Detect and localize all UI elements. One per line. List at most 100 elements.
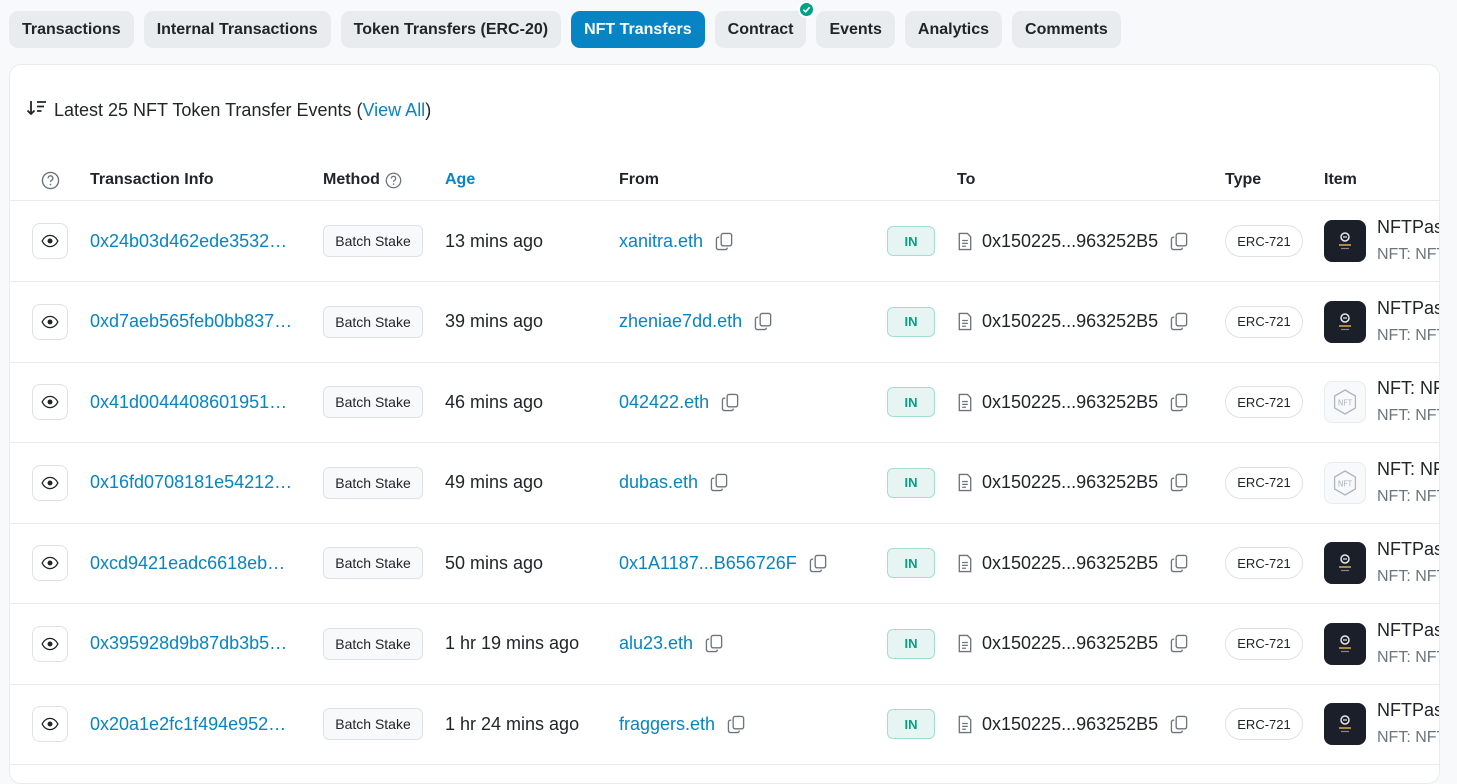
method-badge: Batch Stake xyxy=(323,627,423,660)
tab-token-transfers[interactable]: Token Transfers (ERC-20) xyxy=(340,11,562,48)
nft-collection-name[interactable]: NFT: NFTPass xyxy=(1377,566,1439,588)
contract-document-icon xyxy=(957,554,973,573)
to-address[interactable]: 0x150225...963252B5 xyxy=(982,553,1158,574)
copy-icon[interactable] xyxy=(1170,715,1189,734)
header-method-label: Method xyxy=(323,171,380,188)
copy-icon[interactable] xyxy=(754,312,773,331)
copy-icon[interactable] xyxy=(721,393,740,412)
nft-thumbnail[interactable] xyxy=(1324,220,1366,262)
help-icon[interactable] xyxy=(41,160,60,200)
nft-item-name[interactable]: NFT: NFTPass xyxy=(1377,377,1439,399)
transaction-hash-link[interactable]: 0xcd9421eadc6618eb… xyxy=(90,553,300,574)
copy-icon[interactable] xyxy=(705,634,724,653)
tab-analytics[interactable]: Analytics xyxy=(904,11,1003,48)
nft-collection-name[interactable]: NFT: NFTPass xyxy=(1377,325,1439,347)
transaction-hash-link[interactable]: 0x16fd0708181e54212… xyxy=(90,472,300,493)
from-address-link[interactable]: 042422.eth xyxy=(619,392,709,413)
nft-collection-name[interactable]: NFT: NFTPass xyxy=(1377,647,1439,669)
from-address-link[interactable]: 0x1A1187...B656726F xyxy=(619,553,797,574)
transaction-hash-link[interactable]: 0x41d0044408601951… xyxy=(90,392,300,413)
transaction-hash-link[interactable]: 0x395928d9b87db3b5… xyxy=(90,633,300,654)
from-address-link[interactable]: zheniae7dd.eth xyxy=(619,311,742,332)
sort-descending-icon xyxy=(26,99,48,122)
nft-item-name[interactable]: NFTPass xyxy=(1377,216,1439,238)
to-address[interactable]: 0x150225...963252B5 xyxy=(982,472,1158,493)
table-row: 0xcd9421eadc6618eb… Batch Stake 50 mins ag… xyxy=(10,523,1439,604)
tab-events[interactable]: Events xyxy=(816,11,895,48)
tab-comments[interactable]: Comments xyxy=(1012,11,1121,48)
nft-item-name[interactable]: NFTPass xyxy=(1377,619,1439,641)
copy-icon[interactable] xyxy=(809,554,828,573)
copy-icon[interactable] xyxy=(1170,554,1189,573)
nft-thumbnail[interactable]: NFT xyxy=(1324,381,1366,423)
view-details-button[interactable] xyxy=(32,625,68,662)
nft-thumbnail[interactable]: NFT xyxy=(1324,461,1366,504)
token-type-badge: ERC-721 xyxy=(1225,466,1303,499)
view-details-button[interactable] xyxy=(32,545,68,581)
eye-icon xyxy=(41,474,59,492)
view-details-button[interactable] xyxy=(32,223,68,259)
to-address[interactable]: 0x150225...963252B5 xyxy=(982,392,1158,413)
nft-collection-name[interactable]: NFT: NFTPass xyxy=(1377,405,1439,427)
table-header: Transaction Info Method Age From To Type… xyxy=(10,160,1439,201)
svg-text:NFT: NFT xyxy=(1338,399,1353,408)
view-details-button[interactable] xyxy=(32,303,68,340)
nft-item-name[interactable]: NFTPass xyxy=(1377,699,1439,721)
method-help-icon[interactable] xyxy=(385,172,402,189)
method-badge: Batch Stake xyxy=(323,466,423,499)
nft-thumbnail[interactable] xyxy=(1324,703,1366,745)
nft-item-name[interactable]: NFTPass xyxy=(1377,538,1439,560)
view-details-button[interactable] xyxy=(32,706,68,742)
verified-check-icon xyxy=(798,1,816,18)
tab-transactions[interactable]: Transactions xyxy=(9,11,134,48)
copy-icon[interactable] xyxy=(715,232,734,251)
nft-thumbnail[interactable] xyxy=(1324,542,1366,584)
nft-item-name[interactable]: NFT: NFTPass xyxy=(1377,458,1439,480)
table-row: 0x16fd0708181e54212… Batch Stake 49 mins a… xyxy=(10,443,1439,524)
nft-collection-name[interactable]: NFT: NFTPass xyxy=(1377,244,1439,266)
age-text: 13 mins ago xyxy=(445,230,544,251)
nft-collection-name[interactable]: NFT: NFTPass xyxy=(1377,727,1439,749)
from-address-link[interactable]: fraggers.eth xyxy=(619,714,715,735)
copy-icon[interactable] xyxy=(1170,393,1189,412)
method-badge: Batch Stake xyxy=(323,547,423,579)
to-address[interactable]: 0x150225...963252B5 xyxy=(982,714,1158,735)
copy-icon[interactable] xyxy=(1170,473,1189,492)
nft-thumbnail[interactable] xyxy=(1324,622,1366,665)
from-address-link[interactable]: alu23.eth xyxy=(619,633,693,654)
nft-item-name[interactable]: NFTPass xyxy=(1377,297,1439,319)
copy-icon[interactable] xyxy=(727,715,746,734)
token-type-badge: ERC-721 xyxy=(1225,708,1303,740)
method-badge: Batch Stake xyxy=(323,708,423,740)
view-details-button[interactable] xyxy=(32,384,68,420)
tab-label: Analytics xyxy=(917,20,990,38)
nft-collection-name[interactable]: NFT: NFTPass xyxy=(1377,486,1439,508)
view-details-button[interactable] xyxy=(32,464,68,501)
from-address-link[interactable]: dubas.eth xyxy=(619,472,698,493)
table-row: 0x24b03d462ede3532… Batch Stake 13 mins ag… xyxy=(10,201,1439,282)
tab-nft-transfers[interactable]: NFT Transfers xyxy=(571,11,705,48)
tab-contract[interactable]: Contract xyxy=(714,1,816,48)
to-address[interactable]: 0x150225...963252B5 xyxy=(982,311,1158,332)
copy-icon[interactable] xyxy=(1170,312,1189,331)
transaction-hash-link[interactable]: 0xd7aeb565feb0bb837… xyxy=(90,311,300,332)
eye-icon xyxy=(41,313,59,331)
tab-internal-transactions[interactable]: Internal Transactions xyxy=(143,11,331,48)
tab-label: Internal Transactions xyxy=(156,20,318,38)
direction-badge: IN xyxy=(887,226,935,256)
copy-icon[interactable] xyxy=(1170,232,1189,251)
to-address[interactable]: 0x150225...963252B5 xyxy=(982,231,1158,252)
view-all-link[interactable]: View All xyxy=(362,100,425,120)
header-to: To xyxy=(957,171,976,188)
token-type-badge: ERC-721 xyxy=(1225,547,1303,579)
transaction-hash-link[interactable]: 0x20a1e2fc1f494e952… xyxy=(90,714,300,735)
tab-label: Events xyxy=(829,20,882,38)
copy-icon[interactable] xyxy=(1170,634,1189,653)
direction-badge: IN xyxy=(887,628,935,659)
nft-thumbnail[interactable] xyxy=(1324,300,1366,343)
header-age[interactable]: Age xyxy=(445,160,475,200)
copy-icon[interactable] xyxy=(710,473,729,492)
to-address[interactable]: 0x150225...963252B5 xyxy=(982,633,1158,654)
from-address-link[interactable]: xanitra.eth xyxy=(619,231,703,252)
transaction-hash-link[interactable]: 0x24b03d462ede3532… xyxy=(90,231,300,252)
